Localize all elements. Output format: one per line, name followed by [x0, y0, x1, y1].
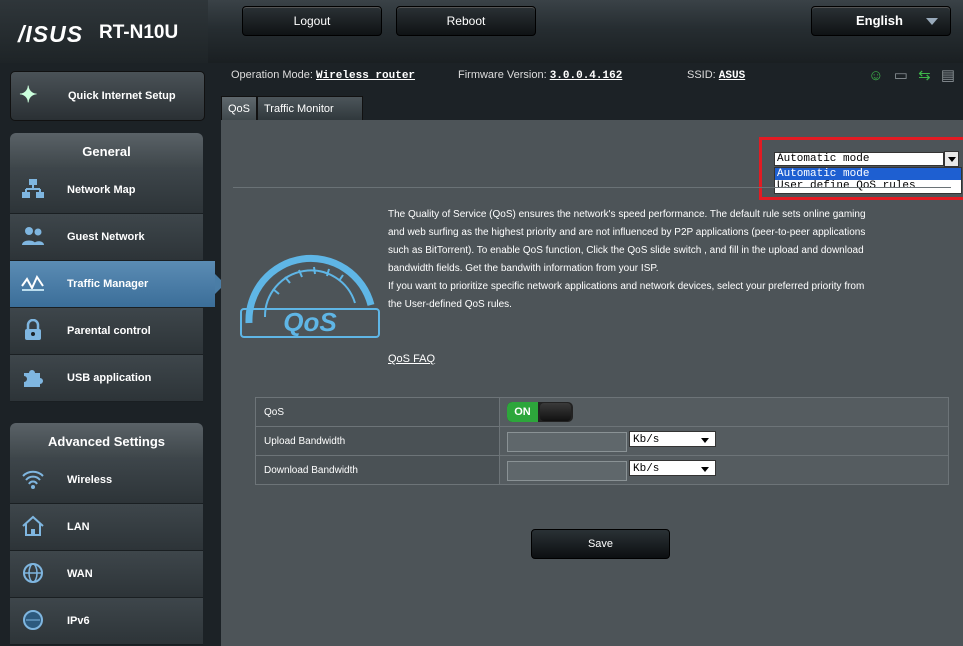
sidebar-item-label: Wireless	[67, 474, 113, 486]
sidebar-item-label: LAN	[67, 521, 90, 533]
table-row: QoS ON	[255, 397, 949, 427]
logout-button[interactable]: Logout	[242, 6, 382, 36]
usb-status-icon[interactable]: ⇆	[918, 67, 931, 84]
upload-bandwidth-input[interactable]	[507, 432, 627, 452]
sidebar-item-label: Network Map	[67, 184, 136, 196]
wifi-icon	[20, 468, 46, 492]
users-icon	[20, 225, 46, 249]
firmware-link[interactable]: 3.0.0.4.162	[550, 70, 623, 82]
advanced-settings-heading: Advanced Settings	[10, 423, 203, 461]
qos-value-cell: ON	[499, 397, 949, 427]
puzzle-icon	[20, 366, 46, 390]
qos-gauge-icon: QoS	[240, 254, 380, 338]
storage-status-icon[interactable]: ▤	[941, 67, 955, 84]
magic-wand-icon: ✦	[19, 82, 38, 107]
table-row: Download Bandwidth Kb/s	[255, 455, 949, 485]
ssid-label: SSID:	[687, 69, 716, 81]
sidebar-item-guest-network[interactable]: Guest Network	[10, 214, 203, 261]
download-value-cell: Kb/s	[499, 455, 949, 485]
ssid-link[interactable]: ASUS	[719, 70, 745, 82]
upload-unit-select[interactable]: Kb/s	[629, 431, 716, 447]
sidebar-item-usb-application[interactable]: USB application	[10, 355, 203, 402]
toggle-knob	[540, 403, 571, 421]
qos-faq-link[interactable]: QoS FAQ	[388, 353, 435, 365]
printer-status-icon[interactable]: ▭	[894, 67, 908, 84]
description-paragraph: The Quality of Service (QoS) ensures the…	[388, 209, 866, 274]
status-bar: Operation Mode: Wireless router Firmware…	[222, 63, 963, 87]
sidebar-item-label: USB application	[67, 372, 152, 384]
upload-value-cell: Kb/s	[499, 426, 949, 456]
download-bandwidth-label: Download Bandwidth	[255, 455, 500, 485]
quick-setup-label: Quick Internet Setup	[68, 90, 176, 102]
sidebar-item-label: IPv6	[67, 615, 90, 627]
model-name: RT-N10U	[99, 22, 179, 43]
brand-area: /ISUS RT-N10U	[0, 0, 208, 63]
main-panel: Automatic mode Automatic mode User defin…	[221, 120, 963, 646]
top-bar: /ISUS RT-N10U Logout Reboot English	[0, 0, 963, 63]
sidebar-item-parental-control[interactable]: Parental control	[10, 308, 203, 355]
language-select[interactable]: English	[811, 6, 951, 36]
reboot-button[interactable]: Reboot	[396, 6, 536, 36]
qos-settings-table: QoS ON Upload Bandwidth Kb/s Download Ba…	[255, 397, 949, 485]
sidebar-item-label: WAN	[67, 568, 93, 580]
qos-label: QoS	[255, 397, 500, 427]
language-label: English	[856, 13, 903, 28]
save-button[interactable]: Save	[531, 529, 670, 559]
divider	[233, 187, 951, 188]
globe-icon	[20, 562, 46, 586]
highlight-annotation-box	[759, 137, 963, 200]
ipv6-globe-icon	[20, 609, 46, 633]
sidebar-item-wireless[interactable]: Wireless	[10, 457, 203, 504]
description-paragraph: If you want to prioritize specific netwo…	[388, 281, 865, 310]
sidebar-item-label: Guest Network	[67, 231, 145, 243]
operation-mode-label: Operation Mode:	[231, 69, 313, 81]
sidebar-item-wan[interactable]: WAN	[10, 551, 203, 598]
tab-traffic-monitor[interactable]: Traffic Monitor	[257, 96, 363, 121]
sidebar-item-label: Traffic Manager	[67, 278, 149, 290]
asus-logo: /ISUS	[18, 21, 84, 47]
operation-mode-link[interactable]: Wireless router	[316, 70, 415, 82]
traffic-graph-icon	[20, 272, 46, 296]
home-icon	[20, 515, 46, 539]
sidebar-item-network-map[interactable]: Network Map	[10, 167, 203, 214]
sidebar-item-lan[interactable]: LAN	[10, 504, 203, 551]
table-row: Upload Bandwidth Kb/s	[255, 426, 949, 456]
sidebar: ✦ Quick Internet Setup General Network M…	[0, 63, 225, 646]
network-map-icon	[20, 178, 46, 202]
firmware-label: Firmware Version:	[458, 69, 547, 81]
chevron-down-icon	[926, 18, 938, 25]
qos-toggle-switch[interactable]: ON	[507, 402, 573, 422]
qos-description: The Quality of Service (QoS) ensures the…	[388, 206, 868, 314]
download-unit-select[interactable]: Kb/s	[629, 460, 716, 476]
upload-bandwidth-label: Upload Bandwidth	[255, 426, 500, 456]
lock-icon	[20, 318, 46, 343]
sidebar-item-traffic-manager[interactable]: Traffic Manager	[10, 261, 225, 308]
sidebar-item-label: Parental control	[67, 325, 151, 337]
tab-qos[interactable]: QoS	[221, 96, 257, 121]
status-icons: ☺ ▭ ⇆ ▤	[862, 66, 955, 84]
sidebar-item-ipv6[interactable]: IPv6	[10, 598, 203, 645]
client-status-icon[interactable]: ☺	[868, 67, 883, 84]
qos-content: Automatic mode Automatic mode User defin…	[221, 120, 963, 646]
emblem-text: QoS	[283, 307, 337, 337]
general-heading: General	[10, 133, 203, 171]
toggle-on-label: ON	[507, 402, 538, 422]
download-bandwidth-input[interactable]	[507, 461, 627, 481]
quick-internet-setup-button[interactable]: ✦ Quick Internet Setup	[10, 71, 205, 121]
